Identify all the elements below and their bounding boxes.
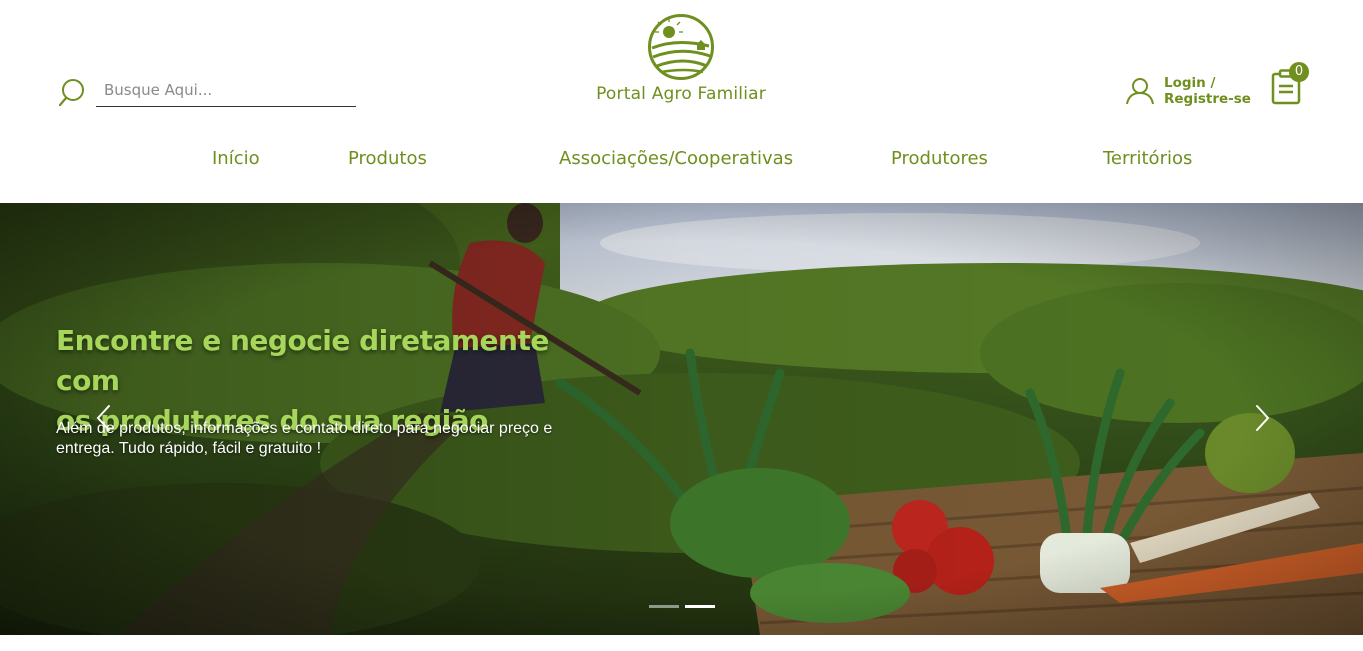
chevron-right-icon[interactable] [1250,403,1274,433]
nav-item-associacoes-cooperativas[interactable]: Associações/Cooperativas [559,148,793,169]
cart-button[interactable]: 0 [1270,62,1314,106]
search-input[interactable] [96,74,356,107]
login-register-link[interactable]: Login / Registre-se [1126,74,1256,110]
main-nav: Início Produtos Associações/Cooperativas… [0,148,1363,178]
logo-emblem-icon [648,14,714,80]
search-icon[interactable] [58,77,86,107]
hero-subtext-line1: Além de produtos, informações e contato … [56,420,553,437]
chevron-left-icon[interactable] [92,403,116,433]
carousel-dot-1[interactable] [649,605,679,608]
nav-item-produtores[interactable]: Produtores [891,148,988,169]
login-label: Login / Registre-se [1164,75,1259,107]
carousel-indicators [649,605,719,611]
login-label-line1: Login / [1164,75,1216,91]
search-bar [58,74,358,108]
site-header: Portal Agro Familiar Login / Registre-se… [0,0,1363,203]
user-icon [1126,78,1154,105]
hero-headline-line1: Encontre e negocie diretamente com [56,324,549,397]
nav-item-inicio[interactable]: Início [212,148,260,169]
cart-count-badge: 0 [1289,62,1309,82]
nav-item-produtos[interactable]: Produtos [348,148,427,169]
brand-name: Portal Agro Familiar [596,84,766,104]
hero-subtext: Além de produtos, informações e contato … [56,419,616,459]
carousel-dot-2[interactable] [685,605,715,608]
hero-carousel: Encontre e negocie diretamente com os pr… [0,203,1363,635]
site-logo[interactable]: Portal Agro Familiar [588,14,774,109]
login-label-line2: Registre-se [1164,91,1251,107]
hero-subtext-line2: entrega. Tudo rápido, fácil e gratuito ! [56,440,322,457]
nav-item-territorios[interactable]: Territórios [1103,148,1192,169]
